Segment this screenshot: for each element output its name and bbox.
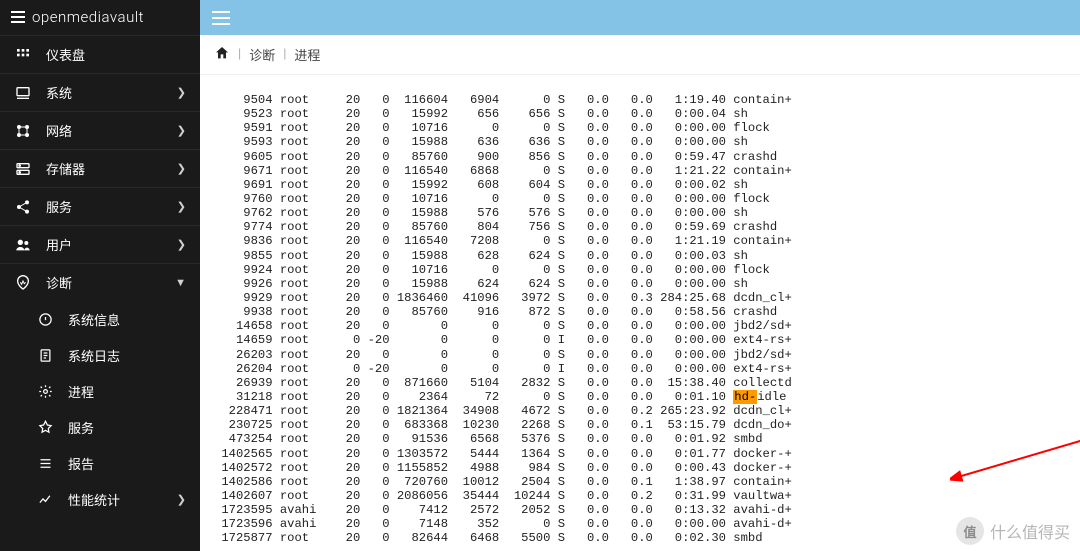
chevron-right-icon: ❯ <box>177 200 186 213</box>
system-icon <box>14 84 32 102</box>
top-bar <box>200 0 1080 35</box>
content-area: | 诊断 | 进程 9504 root 20 0 116604 6904 0 S… <box>200 35 1080 551</box>
sidebar-item-label: 网络 <box>46 121 163 140</box>
sidebar-item-5[interactable]: 用户 ❯ <box>0 225 200 263</box>
sidebar-sub-item-3[interactable]: 服务 <box>0 409 200 445</box>
sidebar-item-label: 报告 <box>68 454 186 473</box>
app-logo[interactable]: openmediavault <box>0 0 200 35</box>
sidebar-item-label: 系统 <box>46 83 163 102</box>
diagnostics-icon <box>14 274 32 292</box>
sidebar-item-label: 服务 <box>46 197 163 216</box>
gear-icon <box>36 382 54 400</box>
sidebar-item-6[interactable]: 诊断 ▼ <box>0 263 200 301</box>
sidebar-item-2[interactable]: 网络 ❯ <box>0 111 200 149</box>
sidebar-sub-item-0[interactable]: 系统信息 <box>0 301 200 337</box>
chevron-right-icon: ❯ <box>177 493 186 506</box>
hamburger-button[interactable] <box>212 11 230 25</box>
sidebar-item-label: 系统日志 <box>68 346 186 365</box>
menu-icon <box>10 9 26 25</box>
chevron-right-icon: ❯ <box>177 238 186 251</box>
sidebar: openmediavault 仪表盘 系统 ❯ 网络 ❯ 存储器 ❯ 服务 ❯ <box>0 0 200 551</box>
sidebar-sub-item-5[interactable]: 性能统计 ❯ <box>0 481 200 517</box>
services-icon <box>14 198 32 216</box>
users-icon <box>14 236 32 254</box>
sidebar-item-3[interactable]: 存储器 ❯ <box>0 149 200 187</box>
sidebar-item-label: 进程 <box>68 382 186 401</box>
sidebar-item-label: 用户 <box>46 235 163 254</box>
app-name: openmediavault <box>32 8 144 26</box>
process-output: 9504 root 20 0 116604 6904 0 S 0.0 0.0 1… <box>214 93 1066 546</box>
breadcrumb-item[interactable]: 进程 <box>294 45 320 64</box>
sidebar-item-4[interactable]: 服务 ❯ <box>0 187 200 225</box>
sidebar-item-label: 服务 <box>68 418 186 437</box>
breadcrumb: | 诊断 | 进程 <box>200 35 1080 75</box>
sidebar-item-1[interactable]: 系统 ❯ <box>0 73 200 111</box>
info-icon <box>36 310 54 328</box>
sidebar-sub-item-4[interactable]: 报告 <box>0 445 200 481</box>
sidebar-sub-item-2[interactable]: 进程 <box>0 373 200 409</box>
report-icon <box>36 454 54 472</box>
chevron-right-icon: ❯ <box>177 86 186 99</box>
sidebar-item-0[interactable]: 仪表盘 <box>0 35 200 73</box>
sidebar-item-label: 仪表盘 <box>46 45 186 64</box>
chevron-down-icon: ▼ <box>175 276 186 289</box>
process-list[interactable]: 9504 root 20 0 116604 6904 0 S 0.0 0.0 1… <box>200 75 1080 551</box>
sidebar-item-label: 诊断 <box>46 273 161 292</box>
sidebar-sub-item-1[interactable]: 系统日志 <box>0 337 200 373</box>
breadcrumb-item[interactable]: 诊断 <box>249 45 275 64</box>
log-icon <box>36 346 54 364</box>
dashboard-icon <box>14 46 32 64</box>
star-icon <box>36 418 54 436</box>
network-icon <box>14 122 32 140</box>
sidebar-item-label: 存储器 <box>46 159 163 178</box>
storage-icon <box>14 160 32 178</box>
chevron-right-icon: ❯ <box>177 162 186 175</box>
breadcrumb-separator: | <box>238 47 241 62</box>
sidebar-item-label: 性能统计 <box>68 490 163 509</box>
breadcrumb-separator: | <box>283 47 286 62</box>
home-icon[interactable] <box>214 45 230 65</box>
chart-icon <box>36 490 54 508</box>
sidebar-item-label: 系统信息 <box>68 310 186 329</box>
chevron-right-icon: ❯ <box>177 124 186 137</box>
